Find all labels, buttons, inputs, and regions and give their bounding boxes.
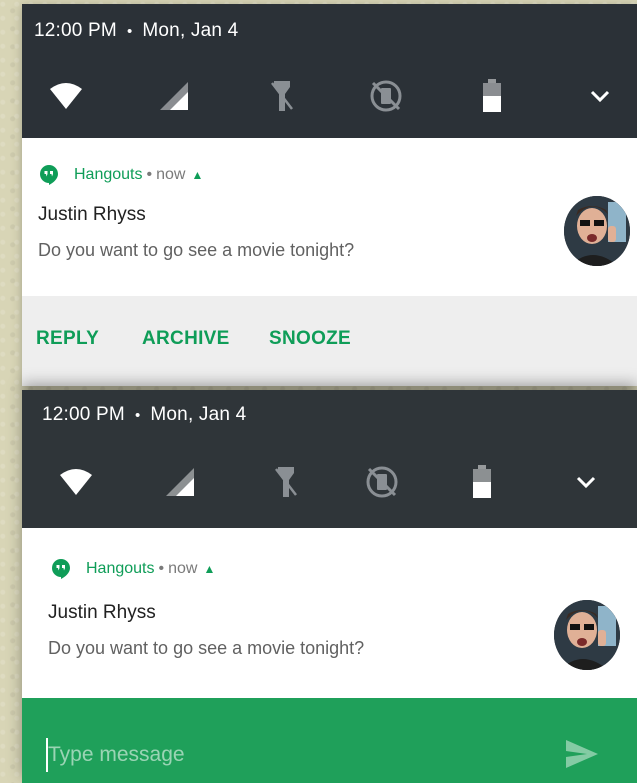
notification-app-header: Hangouts • now ▲ bbox=[38, 164, 203, 186]
flashlight-off-icon[interactable] bbox=[260, 74, 304, 118]
snooze-button[interactable]: SNOOZE bbox=[269, 328, 351, 350]
wifi-icon[interactable] bbox=[54, 460, 98, 504]
flashlight-off-icon[interactable] bbox=[264, 460, 308, 504]
message-text: Do you want to go see a movie tonight? bbox=[48, 638, 365, 658]
header-separator: • bbox=[158, 560, 165, 577]
collapse-caret-icon[interactable]: ▲ bbox=[203, 562, 215, 576]
quick-settings-header: 12:00 PM • Mon, Jan 4 bbox=[22, 4, 637, 138]
notification-card[interactable]: Hangouts • now ▲ Justin Rhyss Do you wan… bbox=[22, 528, 637, 698]
cellular-signal-icon[interactable] bbox=[152, 74, 196, 118]
expand-chevron-icon[interactable] bbox=[564, 460, 608, 504]
reply-message-input[interactable] bbox=[48, 738, 528, 772]
quick-settings-header: 12:00 PM • Mon, Jan 4 bbox=[22, 390, 637, 528]
sender-name: Justin Rhyss bbox=[38, 204, 146, 225]
wifi-icon[interactable] bbox=[44, 74, 88, 118]
avatar bbox=[554, 600, 620, 670]
notification-app-header: Hangouts • now ▲ bbox=[50, 558, 215, 580]
notification-shade-with-reply: 12:00 PM • Mon, Jan 4 Hangouts • now ▲ J… bbox=[22, 390, 637, 783]
hangouts-icon bbox=[52, 559, 70, 579]
notification-card[interactable]: Hangouts • now ▲ Justin Rhyss Do you wan… bbox=[22, 138, 637, 296]
quick-settings-row bbox=[22, 74, 637, 118]
cellular-signal-icon[interactable] bbox=[158, 460, 202, 504]
quick-settings-row bbox=[22, 460, 637, 504]
sender-name: Justin Rhyss bbox=[48, 602, 156, 623]
avatar bbox=[564, 196, 630, 266]
message-text: Do you want to go see a movie tonight? bbox=[38, 240, 355, 260]
archive-button[interactable]: ARCHIVE bbox=[142, 328, 230, 350]
auto-rotate-off-icon[interactable] bbox=[364, 74, 408, 118]
status-separator: • bbox=[126, 23, 133, 40]
expand-chevron-icon[interactable] bbox=[578, 74, 622, 118]
send-icon[interactable] bbox=[562, 734, 602, 774]
notification-shade-with-actions: 12:00 PM • Mon, Jan 4 Hangouts • now ▲ J… bbox=[22, 4, 637, 386]
reply-button[interactable]: REPLY bbox=[36, 328, 99, 350]
app-name: Hangouts bbox=[86, 560, 155, 577]
status-date: Mon, Jan 4 bbox=[150, 404, 247, 425]
battery-icon[interactable] bbox=[460, 460, 504, 504]
status-time: 12:00 PM bbox=[34, 20, 117, 41]
status-time: 12:00 PM bbox=[42, 404, 125, 425]
header-separator: • bbox=[146, 166, 153, 183]
status-datetime: 12:00 PM • Mon, Jan 4 bbox=[42, 404, 246, 426]
status-date: Mon, Jan 4 bbox=[142, 20, 239, 41]
hangouts-icon bbox=[40, 165, 58, 185]
battery-icon[interactable] bbox=[470, 74, 514, 118]
inline-reply-bar bbox=[22, 698, 637, 783]
notification-actions: REPLY ARCHIVE SNOOZE bbox=[22, 296, 637, 386]
notification-time: now bbox=[168, 560, 198, 577]
auto-rotate-off-icon[interactable] bbox=[360, 460, 404, 504]
status-separator: • bbox=[134, 407, 141, 424]
app-name: Hangouts bbox=[74, 166, 143, 183]
notification-time: now bbox=[156, 166, 186, 183]
collapse-caret-icon[interactable]: ▲ bbox=[191, 168, 203, 182]
status-datetime: 12:00 PM • Mon, Jan 4 bbox=[34, 20, 238, 42]
